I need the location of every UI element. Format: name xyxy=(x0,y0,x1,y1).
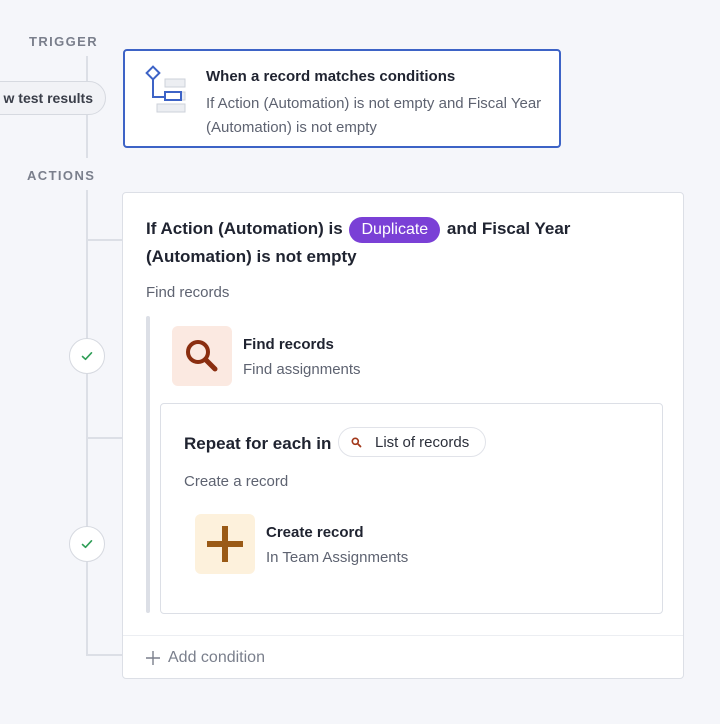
timeline-line-actions xyxy=(86,190,88,656)
condition-value-chip[interactable]: Duplicate xyxy=(349,217,441,243)
step-complete-check xyxy=(69,338,105,374)
branch-label: Find records xyxy=(146,284,230,301)
create-record-subtitle: In Team Assignments xyxy=(266,549,409,566)
view-test-results-label: w test results xyxy=(3,90,93,106)
trigger-section-label: TRIGGER xyxy=(29,34,99,49)
actions-section-label: ACTIONS xyxy=(27,168,96,183)
list-of-records-label: List of records xyxy=(375,433,470,451)
step-complete-check xyxy=(69,526,105,562)
magnifier-icon xyxy=(186,340,218,372)
list-of-records-pill[interactable]: List of records xyxy=(338,427,486,457)
plus-icon xyxy=(207,526,243,562)
condition-flow-icon xyxy=(145,65,186,113)
timeline-branch-condition xyxy=(86,239,123,241)
check-icon xyxy=(81,540,93,549)
trigger-description: If Action (Automation) is not empty and … xyxy=(206,95,542,136)
repeat-title: Repeat for each in xyxy=(184,434,332,453)
add-condition-button[interactable]: Add condition xyxy=(146,649,265,667)
check-icon xyxy=(81,352,93,361)
find-records-subtitle: Find assignments xyxy=(243,361,361,378)
actions-card: If Action (Automation) is Duplicate and … xyxy=(122,192,684,679)
card-divider xyxy=(123,635,683,636)
find-records-title: Find records xyxy=(243,336,334,353)
timeline-branch-repeat xyxy=(86,437,122,439)
create-record-step[interactable]: Create record In Team Assignments xyxy=(195,514,495,576)
condition-title[interactable]: If Action (Automation) is Duplicate and … xyxy=(146,215,666,270)
view-test-results-button[interactable]: w test results xyxy=(0,81,106,115)
create-record-icon-tile xyxy=(195,514,255,574)
magnifier-icon xyxy=(351,437,362,447)
find-records-icon-tile xyxy=(172,326,232,386)
trigger-title: When a record matches conditions xyxy=(206,68,456,85)
add-condition-label: Add condition xyxy=(168,649,265,666)
repeat-card: Repeat for each in List of records Creat… xyxy=(160,403,663,614)
condition-prefix: If Action (Automation) is xyxy=(146,219,343,238)
plus-icon xyxy=(146,651,160,665)
repeat-sub-label: Create a record xyxy=(184,473,289,490)
timeline-branch-add xyxy=(86,654,122,656)
branch-indent-bar xyxy=(146,316,150,613)
trigger-card[interactable]: When a record matches conditions If Acti… xyxy=(123,49,561,148)
create-record-title: Create record xyxy=(266,524,364,541)
find-records-step[interactable]: Find records Find assignments xyxy=(172,326,472,388)
